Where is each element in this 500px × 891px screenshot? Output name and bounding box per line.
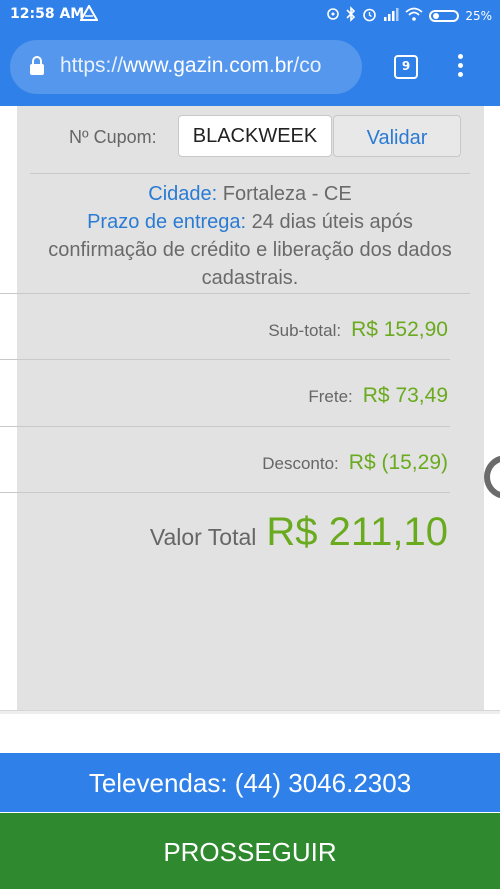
discount-label: Desconto: bbox=[262, 454, 339, 473]
alert-triangle-icon bbox=[79, 3, 99, 25]
battery-percent: 25% bbox=[465, 9, 492, 23]
subtotal-label: Sub-total: bbox=[268, 321, 342, 340]
subtotal-value: R$ 152,90 bbox=[351, 318, 448, 341]
battery-icon bbox=[429, 10, 460, 22]
url-text[interactable]: https://www.gazin.com.br/co bbox=[60, 54, 360, 78]
shipping-value: R$ 73,49 bbox=[362, 384, 448, 407]
divider bbox=[0, 293, 470, 294]
address-bar[interactable]: https://www.gazin.com.br/co bbox=[10, 40, 362, 94]
divider bbox=[0, 359, 450, 360]
lock-icon bbox=[30, 56, 44, 75]
panel-bottom-edge bbox=[0, 710, 500, 714]
coupon-input[interactable]: BLACKWEEK bbox=[178, 115, 332, 157]
validate-coupon-button[interactable]: Validar bbox=[333, 115, 461, 157]
total-row: Valor Total R$ 211,10 bbox=[150, 510, 448, 555]
delivery-info: Cidade: Fortaleza - CE Prazo de entrega:… bbox=[30, 180, 470, 292]
city-label: Cidade: bbox=[148, 183, 218, 205]
browser-chrome: 12:58 AM 25% https://www.gazin.com.br/co… bbox=[0, 0, 500, 106]
deadline-line: Prazo de entrega: 24 dias úteis após con… bbox=[30, 208, 470, 292]
deadline-label: Prazo de entrega: bbox=[87, 211, 247, 233]
alarm-icon bbox=[362, 7, 377, 26]
wifi-icon bbox=[405, 7, 423, 25]
total-value: R$ 211,10 bbox=[266, 510, 448, 554]
overflow-menu-icon[interactable] bbox=[452, 54, 468, 82]
shipping-label: Frete: bbox=[308, 387, 353, 406]
divider bbox=[30, 173, 470, 174]
discount-value: R$ (15,29) bbox=[348, 451, 448, 474]
scroll-handle[interactable] bbox=[484, 455, 500, 499]
status-time: 12:58 AM bbox=[10, 6, 85, 22]
status-icons: 25% bbox=[326, 6, 492, 26]
shipping-row: Frete: R$ 73,49 bbox=[308, 384, 448, 408]
proceed-button[interactable]: PROSSEGUIR bbox=[0, 813, 500, 889]
divider bbox=[0, 426, 450, 427]
divider bbox=[0, 492, 450, 493]
city-value: Fortaleza - CE bbox=[222, 183, 352, 205]
subtotal-row: Sub-total: R$ 152,90 bbox=[268, 318, 448, 342]
televendas-bar[interactable]: Televendas: (44) 3046.2303 bbox=[0, 753, 500, 812]
hotspot-icon bbox=[326, 7, 340, 25]
tab-switcher-button[interactable]: 9 bbox=[394, 55, 418, 79]
bluetooth-icon bbox=[346, 6, 356, 26]
status-bar: 12:58 AM 25% bbox=[0, 0, 500, 30]
signal-icon bbox=[383, 7, 399, 25]
coupon-label: Nº Cupom: bbox=[69, 127, 157, 147]
city-line: Cidade: Fortaleza - CE bbox=[30, 180, 470, 208]
discount-row: Desconto: R$ (15,29) bbox=[262, 451, 448, 475]
total-label: Valor Total bbox=[149, 524, 257, 550]
